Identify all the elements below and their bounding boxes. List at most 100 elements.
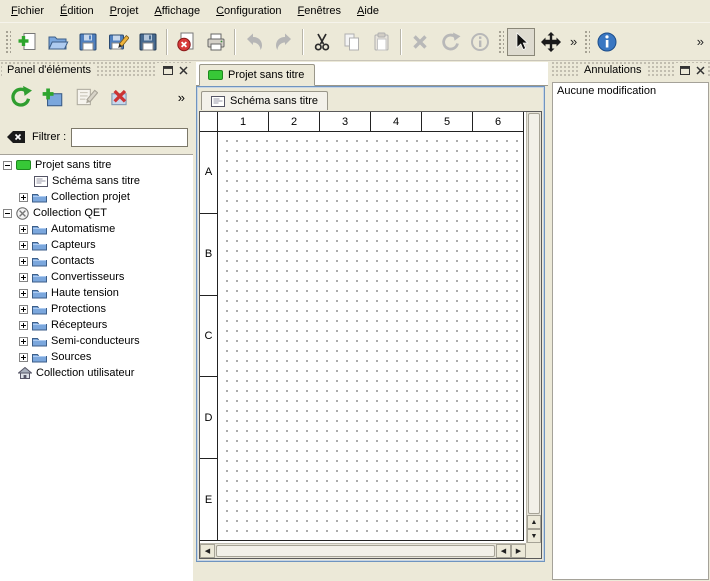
tree-item-collection-projet[interactable]: Collection projet	[0, 189, 193, 205]
folder-icon	[32, 319, 47, 331]
elements-panel-header[interactable]: Panel d'éléments	[0, 62, 193, 78]
toolbar-overflow-button[interactable]: »	[566, 34, 581, 49]
float-panel-button[interactable]	[677, 63, 692, 77]
menu-affichage[interactable]: Affichage	[146, 2, 208, 20]
vertical-scrollbar[interactable]	[526, 112, 541, 543]
expand-expander-icon[interactable]	[19, 321, 28, 330]
column-label: 4	[371, 112, 422, 131]
expand-expander-icon[interactable]	[19, 225, 28, 234]
expand-expander-icon[interactable]	[19, 337, 28, 346]
save-all-button[interactable]	[133, 27, 163, 57]
tree-item-protections[interactable]: Protections	[0, 301, 193, 317]
save-as-button[interactable]	[103, 27, 133, 57]
menu-edition[interactable]: Édition	[52, 2, 102, 20]
filter-input[interactable]	[71, 128, 188, 147]
tree-item-sources[interactable]: Sources	[0, 349, 193, 365]
scroll-down-button[interactable]	[527, 529, 541, 543]
pan-mode-button[interactable]	[536, 27, 566, 57]
tree-item-schema[interactable]: Schéma sans titre	[0, 173, 193, 189]
scroll-up-button[interactable]	[527, 515, 541, 529]
folder-icon	[32, 335, 47, 347]
tree-item-semi-conducteurs[interactable]: Semi-conducteurs	[0, 333, 193, 349]
scroll-left-button[interactable]	[496, 544, 511, 558]
delete-icon	[409, 31, 431, 53]
clear-filter-button[interactable]	[5, 128, 27, 146]
menu-projet[interactable]: Projet	[102, 2, 147, 20]
tree-item-capteurs[interactable]: Capteurs	[0, 237, 193, 253]
expand-expander-icon[interactable]	[19, 289, 28, 298]
drawing-canvas[interactable]	[218, 132, 524, 541]
row-label: D	[200, 377, 217, 459]
copy-button	[337, 27, 367, 57]
column-ruler: 1 2 3 4 5 6	[218, 112, 524, 132]
elements-panel-title: Panel d'éléments	[2, 64, 96, 76]
schema-tab[interactable]: Schéma sans titre	[201, 91, 328, 110]
expand-expander-icon[interactable]	[19, 305, 28, 314]
tree-item-automatisme[interactable]: Automatisme	[0, 221, 193, 237]
new-document-button[interactable]	[13, 27, 43, 57]
vertical-scrollbar-thumb[interactable]	[528, 113, 540, 514]
delete-element-button	[102, 81, 135, 114]
horizontal-scrollbar[interactable]	[200, 543, 526, 558]
expand-expander-icon[interactable]	[19, 353, 28, 362]
save-all-icon	[137, 31, 159, 53]
expand-expander-icon[interactable]	[19, 241, 28, 250]
column-label: 3	[320, 112, 371, 131]
project-tab[interactable]: Projet sans titre	[199, 64, 315, 86]
tree-item-collection-qet[interactable]: Collection QET	[0, 205, 193, 221]
float-panel-button[interactable]	[160, 63, 175, 77]
expand-expander-icon[interactable]	[19, 273, 28, 282]
collapse-expander-icon[interactable]	[3, 209, 12, 218]
ruler-corner	[200, 112, 218, 132]
toolbar-drag-handle[interactable]	[583, 29, 590, 55]
workspace: Projet sans titre Schéma sans titre 1 2 …	[196, 62, 548, 581]
menu-configuration[interactable]: Configuration	[208, 2, 289, 20]
select-mode-button[interactable]	[507, 28, 535, 56]
toolbar-overflow-button[interactable]: »	[693, 34, 708, 49]
undo-history-item[interactable]: Aucune modification	[553, 83, 708, 99]
print-button[interactable]	[201, 27, 231, 57]
tree-item-haute-tension[interactable]: Haute tension	[0, 285, 193, 301]
menu-aide[interactable]: Aide	[349, 2, 387, 20]
folder-icon	[32, 239, 47, 251]
tree-item-project[interactable]: Projet sans titre	[0, 157, 193, 173]
save-button[interactable]	[73, 27, 103, 57]
project-tab-bar: Projet sans titre	[196, 62, 548, 86]
tree-item-convertisseurs[interactable]: Convertisseurs	[0, 269, 193, 285]
reload-icon	[8, 85, 32, 109]
project-tab-label: Projet sans titre	[228, 69, 304, 81]
row-ruler: A B C D E	[200, 132, 218, 541]
menu-fenetres[interactable]: Fenêtres	[290, 2, 349, 20]
tree-item-collection-utilisateur[interactable]: Collection utilisateur	[0, 365, 193, 381]
save-as-icon	[107, 31, 129, 53]
reload-collections-button[interactable]	[3, 81, 36, 114]
scroll-left-button[interactable]	[200, 544, 215, 558]
filter-label: Filtrer :	[32, 131, 66, 143]
horizontal-scrollbar-thumb[interactable]	[216, 545, 495, 557]
scroll-right-button[interactable]	[511, 544, 526, 558]
undo-panel-header[interactable]: Annulations	[551, 62, 710, 78]
tree-item-recepteurs[interactable]: Récepteurs	[0, 317, 193, 333]
collapse-expander-icon[interactable]	[3, 161, 12, 170]
open-project-button[interactable]	[43, 27, 73, 57]
panel-toolbar-overflow-button[interactable]: »	[178, 90, 190, 105]
tree-item-contacts[interactable]: Contacts	[0, 253, 193, 269]
dock-header-buttons	[674, 63, 708, 77]
cut-button[interactable]	[307, 27, 337, 57]
expand-expander-icon[interactable]	[19, 257, 28, 266]
close-file-button[interactable]	[171, 27, 201, 57]
schema-tab-bar: Schéma sans titre	[197, 87, 544, 110]
column-label: 6	[473, 112, 524, 131]
column-label: 5	[422, 112, 473, 131]
expand-expander-icon[interactable]	[19, 193, 28, 202]
toolbar-drag-handle[interactable]	[4, 29, 11, 55]
menu-fichier[interactable]: Fichier	[3, 2, 52, 20]
toolbar-drag-handle[interactable]	[497, 29, 504, 55]
undo-history-list: Aucune modification	[552, 82, 709, 580]
close-panel-button[interactable]	[693, 63, 708, 77]
new-element-button[interactable]	[36, 81, 69, 114]
close-icon	[179, 66, 188, 75]
about-button[interactable]	[592, 27, 622, 57]
elements-panel-dock: Panel d'éléments »	[0, 62, 193, 581]
close-panel-button[interactable]	[176, 63, 191, 77]
